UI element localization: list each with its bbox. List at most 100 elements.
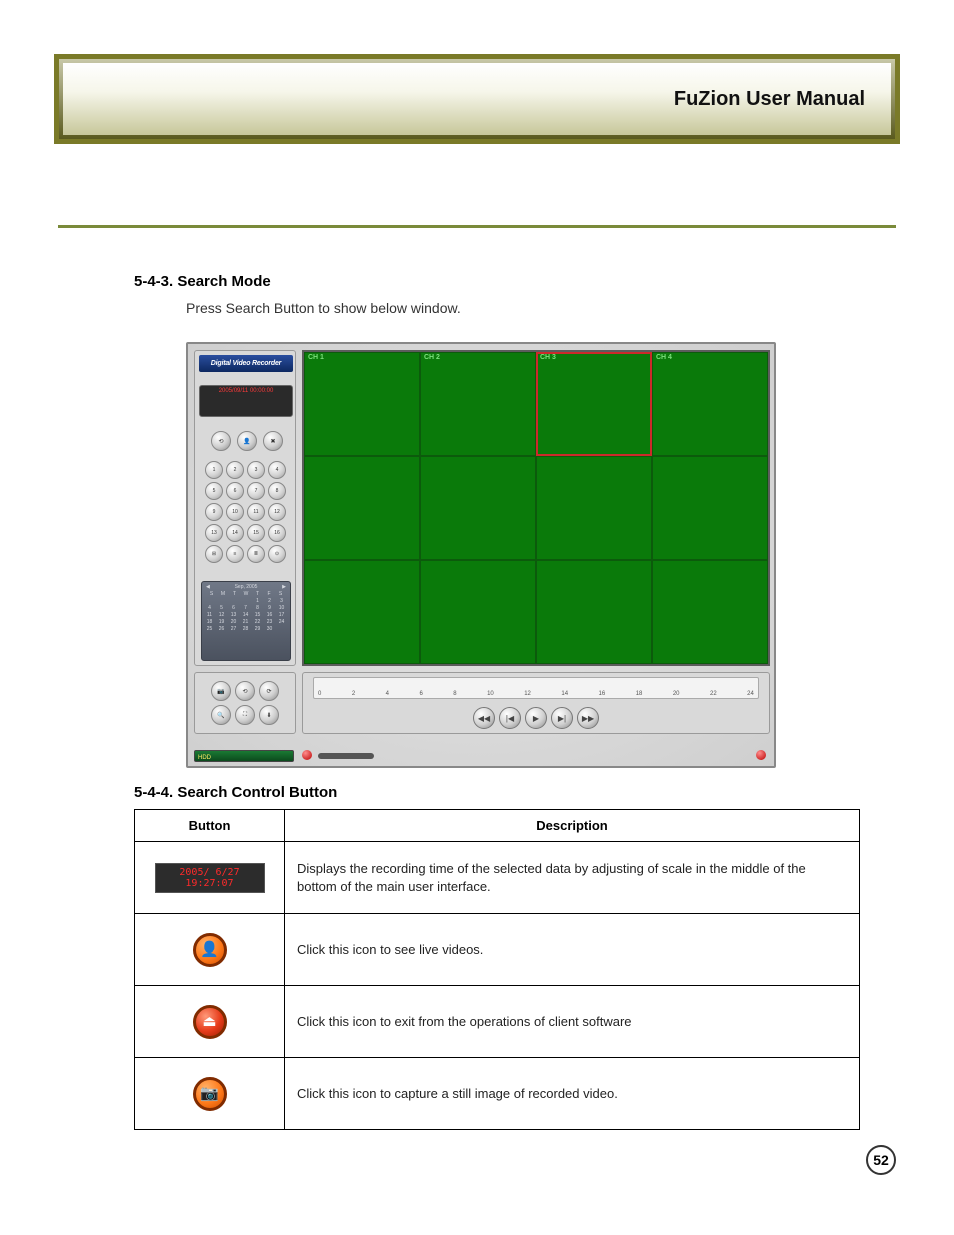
cal-dow-w: W bbox=[241, 591, 252, 597]
ch-11[interactable]: 11 bbox=[247, 503, 265, 521]
hdd-label: HDD bbox=[198, 755, 211, 761]
desc-cell: Displays the recording time of the selec… bbox=[285, 842, 860, 914]
cal-dow-s2: S bbox=[275, 591, 286, 597]
desc-cell: Click this icon to see live videos. bbox=[285, 914, 860, 986]
ch-2[interactable]: 2 bbox=[226, 461, 244, 479]
button-cell-capture: 📷 bbox=[135, 1058, 285, 1130]
dvr-tool-box: 📷 ⟲ ⟳ 🔍 ⛶ ⬇ bbox=[194, 672, 296, 734]
exit-icon[interactable]: ⏏ bbox=[193, 1005, 227, 1039]
tick: 22 bbox=[710, 691, 717, 697]
cal-next-icon[interactable]: ▶ bbox=[282, 584, 286, 590]
video-cell[interactable] bbox=[304, 560, 420, 664]
dvr-exit-button[interactable]: ✖ bbox=[263, 431, 283, 451]
cal-dow: S M T W T F S bbox=[204, 591, 288, 598]
ch-1[interactable]: 1 bbox=[205, 461, 223, 479]
tick: 6 bbox=[419, 691, 422, 697]
video-cell-1[interactable]: CH 1 bbox=[304, 352, 420, 456]
ch-8[interactable]: 8 bbox=[268, 482, 286, 500]
video-cell-2[interactable]: CH 2 bbox=[420, 352, 536, 456]
button-cell-live: 👤 bbox=[135, 914, 285, 986]
ch-label: CH 4 bbox=[656, 354, 672, 361]
dvr-hdd-select-button[interactable]: ⟲ bbox=[211, 431, 231, 451]
capture-button[interactable]: 📷 bbox=[211, 681, 231, 701]
ch-label: CH 3 bbox=[540, 354, 556, 361]
video-cell[interactable] bbox=[420, 560, 536, 664]
layout-9[interactable]: ≡ bbox=[226, 545, 244, 563]
ch-4[interactable]: 4 bbox=[268, 461, 286, 479]
ch-7[interactable]: 7 bbox=[247, 482, 265, 500]
cal-dow-f: F bbox=[264, 591, 275, 597]
manual-title: FuZion User Manual bbox=[674, 88, 865, 111]
page-number: 52 bbox=[866, 1145, 896, 1175]
cal-dow-s: S bbox=[206, 591, 217, 597]
video-cell[interactable] bbox=[652, 560, 768, 664]
layout-full[interactable]: ⊙ bbox=[268, 545, 286, 563]
playback-controls: ◀◀ |◀ ▶ ▶| ▶▶ bbox=[473, 707, 599, 729]
ch-13[interactable]: 13 bbox=[205, 524, 223, 542]
cal-prev-icon[interactable]: ◀ bbox=[206, 584, 210, 590]
dvr-top-controls: ⟲ 👤 ✖ bbox=[203, 431, 291, 451]
dvr-calendar[interactable]: ◀Sep, 2005▶ S M T W T F S 12345678910111… bbox=[201, 581, 291, 661]
tick: 8 bbox=[453, 691, 456, 697]
fast-fwd-button[interactable]: ▶▶ bbox=[577, 707, 599, 729]
tick: 16 bbox=[599, 691, 606, 697]
step-back-button[interactable]: |◀ bbox=[499, 707, 521, 729]
tick: 4 bbox=[386, 691, 389, 697]
ch-12[interactable]: 12 bbox=[268, 503, 286, 521]
desc-cell: Click this icon to capture a still image… bbox=[285, 1058, 860, 1130]
tick: 14 bbox=[561, 691, 568, 697]
tick: 24 bbox=[747, 691, 754, 697]
rewind-button[interactable]: ◀◀ bbox=[473, 707, 495, 729]
ch-3[interactable]: 3 bbox=[247, 461, 265, 479]
live-video-icon[interactable]: 👤 bbox=[193, 933, 227, 967]
video-cell[interactable] bbox=[420, 456, 536, 560]
save-button[interactable]: ⬇ bbox=[259, 705, 279, 725]
ch-5[interactable]: 5 bbox=[205, 482, 223, 500]
dvr-timeline: 0 2 4 6 8 10 12 14 16 18 20 22 24 ◀◀ |◀ … bbox=[302, 672, 770, 734]
section-5-4-4-heading: 5-4-4. Search Control Button bbox=[134, 784, 337, 801]
person-icon: 👤 bbox=[200, 942, 219, 957]
table-row: 👤 Click this icon to see live videos. bbox=[135, 914, 860, 986]
video-cell-3[interactable]: CH 3 bbox=[536, 352, 652, 456]
door-icon: ⏏ bbox=[202, 1014, 216, 1029]
button-cell-timestamp: 2005/ 6/27 19:27:07 bbox=[135, 842, 285, 914]
back-button[interactable]: ⟲ bbox=[235, 681, 255, 701]
video-cell[interactable] bbox=[652, 456, 768, 560]
play-button[interactable]: ▶ bbox=[525, 707, 547, 729]
speed-slider[interactable] bbox=[318, 753, 374, 759]
forward-button[interactable]: ⟳ bbox=[259, 681, 279, 701]
desc-cell: Click this icon to exit from the operati… bbox=[285, 986, 860, 1058]
zoom-button[interactable]: 🔍 bbox=[211, 705, 231, 725]
table-row: ⏏ Click this icon to exit from the opera… bbox=[135, 986, 860, 1058]
full-button[interactable]: ⛶ bbox=[235, 705, 255, 725]
dvr-live-button[interactable]: 👤 bbox=[237, 431, 257, 451]
dvr-timestamp-panel: 2005/09/11 00:00:00 bbox=[199, 385, 293, 417]
dvr-sidebar: Digital Video Recorder 2005/09/11 00:00:… bbox=[194, 350, 296, 666]
video-cell[interactable] bbox=[536, 456, 652, 560]
layout-16[interactable]: ≣ bbox=[247, 545, 265, 563]
video-cell[interactable] bbox=[536, 560, 652, 664]
ch-9[interactable]: 9 bbox=[205, 503, 223, 521]
button-cell-exit: ⏏ bbox=[135, 986, 285, 1058]
record-indicator-icon bbox=[302, 750, 312, 760]
timestamp-display: 2005/ 6/27 19:27:07 bbox=[155, 863, 265, 893]
ch-label: CH 2 bbox=[424, 354, 440, 361]
dvr-logo: Digital Video Recorder bbox=[199, 355, 293, 372]
ch-6[interactable]: 6 bbox=[226, 482, 244, 500]
capture-icon[interactable]: 📷 bbox=[193, 1077, 227, 1111]
ch-10[interactable]: 10 bbox=[226, 503, 244, 521]
ch-16[interactable]: 16 bbox=[268, 524, 286, 542]
cal-days[interactable]: 1234567891011121314151617181920212223242… bbox=[204, 598, 288, 632]
video-cell[interactable] bbox=[304, 456, 420, 560]
col-button: Button bbox=[135, 810, 285, 842]
tick: 12 bbox=[524, 691, 531, 697]
video-cell-4[interactable]: CH 4 bbox=[652, 352, 768, 456]
tick: 18 bbox=[636, 691, 643, 697]
time-ruler[interactable]: 0 2 4 6 8 10 12 14 16 18 20 22 24 bbox=[313, 677, 759, 699]
ch-15[interactable]: 15 bbox=[247, 524, 265, 542]
layout-4[interactable]: ⊞ bbox=[205, 545, 223, 563]
ch-14[interactable]: 14 bbox=[226, 524, 244, 542]
step-fwd-button[interactable]: ▶| bbox=[551, 707, 573, 729]
ch-label: CH 1 bbox=[308, 354, 324, 361]
tick: 20 bbox=[673, 691, 680, 697]
